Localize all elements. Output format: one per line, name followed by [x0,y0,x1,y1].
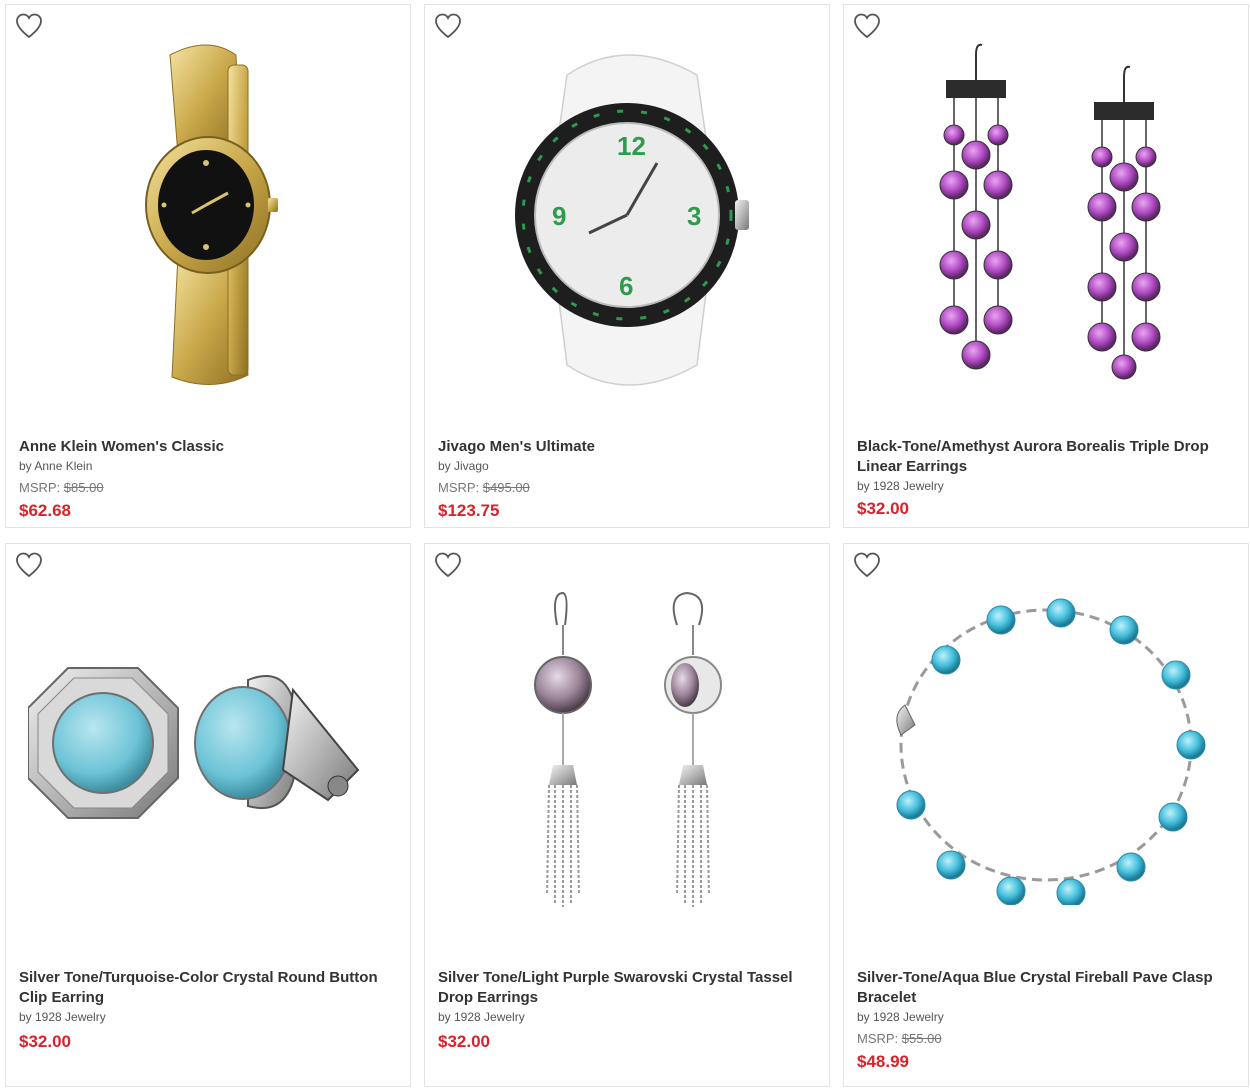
product-price: $32.00 [438,1032,490,1051]
amethyst-earrings-image [939,43,1161,380]
svg-text:6: 6 [619,271,633,301]
turquoise-clip-earrings-image [28,667,360,819]
tassel-drop-earrings-image [534,591,722,907]
product-title[interactable]: Black-Tone/Amethyst Aurora Borealis Trip… [857,437,1238,477]
product-card[interactable]: Silver-Tone/Aqua Blue Crystal Fireball P… [843,543,1249,1087]
product-card[interactable]: Silver Tone/Light Purple Swarovski Cryst… [424,543,830,1087]
product-price: $123.75 [438,501,500,520]
product-card[interactable]: Silver Tone/Turquoise-Color Crystal Roun… [5,543,411,1087]
product-price: $32.00 [19,1032,71,1051]
product-msrp: MSRP: $495.00 [438,480,530,495]
product-price: $32.00 [857,499,909,518]
product-image[interactable] [6,5,410,425]
product-title[interactable]: Silver Tone/Turquoise-Color Crystal Roun… [19,968,400,1008]
product-price: $62.68 [19,501,71,520]
product-title[interactable]: Silver-Tone/Aqua Blue Crystal Fireball P… [857,968,1238,1008]
product-brand[interactable]: by Anne Klein [19,457,400,475]
gold-watch-image [145,44,278,386]
product-card[interactable]: 12 3 6 9 Jivago Men's Ultimate by Jivago… [424,4,830,528]
product-image[interactable] [6,544,410,956]
product-brand[interactable]: by 1928 Jewelry [857,1008,1238,1026]
product-title[interactable]: Jivago Men's Ultimate [438,437,819,457]
product-brand[interactable]: by Jivago [438,457,819,475]
product-brand[interactable]: by 1928 Jewelry [438,1008,819,1026]
product-title[interactable]: Silver Tone/Light Purple Swarovski Cryst… [438,968,819,1008]
product-brand[interactable]: by 1928 Jewelry [19,1008,400,1026]
product-card[interactable]: Anne Klein Women's Classic by Anne Klein… [5,4,411,528]
svg-text:9: 9 [552,201,566,231]
product-title[interactable]: Anne Klein Women's Classic [19,437,400,457]
svg-text:3: 3 [687,201,701,231]
aqua-bracelet-image [896,598,1206,905]
product-msrp: MSRP: $85.00 [19,480,104,495]
product-card[interactable]: Black-Tone/Amethyst Aurora Borealis Trip… [843,4,1249,528]
product-image[interactable] [844,5,1248,425]
product-price: $48.99 [857,1052,909,1071]
white-watch-image: 12 3 6 9 [515,54,749,386]
svg-text:12: 12 [617,131,646,161]
product-msrp: MSRP: $55.00 [857,1031,942,1046]
product-image[interactable] [844,544,1248,956]
product-image[interactable] [425,544,829,956]
product-brand[interactable]: by 1928 Jewelry [857,477,1238,495]
product-image[interactable]: 12 3 6 9 [425,5,829,425]
